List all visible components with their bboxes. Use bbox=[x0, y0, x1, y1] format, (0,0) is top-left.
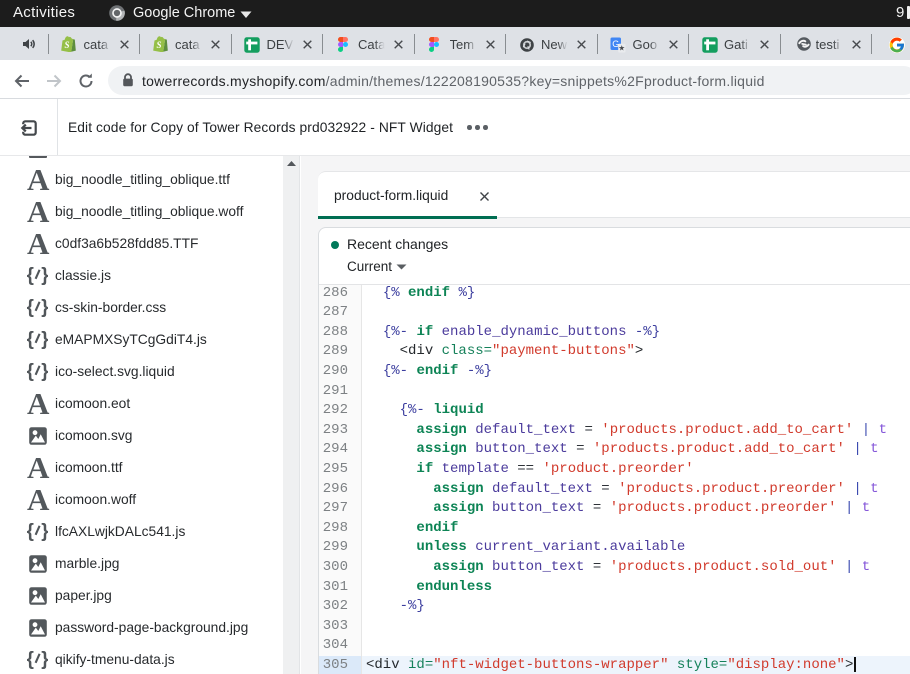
svg-text:}: } bbox=[41, 521, 48, 542]
svg-text:}: } bbox=[41, 265, 48, 286]
svg-text:{: { bbox=[27, 329, 34, 350]
svg-text:{: { bbox=[27, 265, 34, 286]
svg-text:}: } bbox=[41, 649, 48, 670]
svg-text:S: S bbox=[156, 40, 161, 50]
svg-text:{: { bbox=[27, 361, 34, 382]
svg-text:{: { bbox=[27, 521, 34, 542]
svg-text:}: } bbox=[41, 297, 48, 318]
svg-text:}: } bbox=[41, 329, 48, 350]
svg-text:{: { bbox=[27, 297, 34, 318]
svg-text:S: S bbox=[64, 40, 69, 50]
svg-text:★: ★ bbox=[618, 43, 625, 52]
svg-text:}: } bbox=[41, 361, 48, 382]
svg-text:{: { bbox=[27, 649, 34, 670]
